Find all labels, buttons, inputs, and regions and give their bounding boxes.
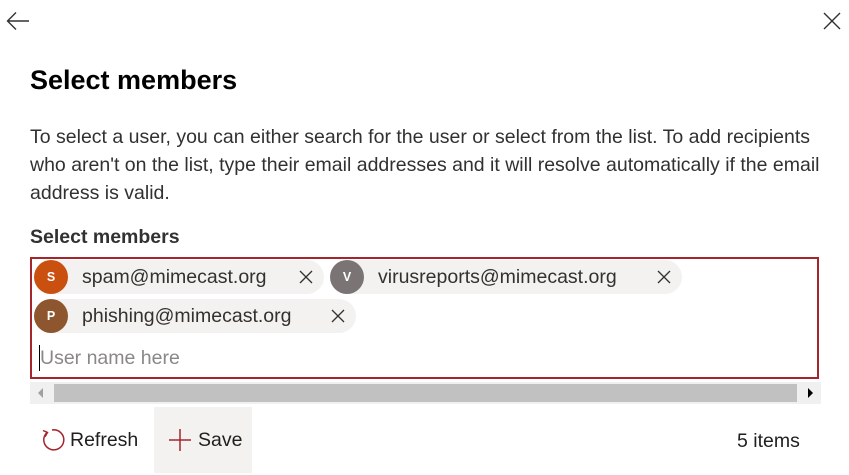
select-members-panel: Select members To select a user, you can… (0, 0, 849, 475)
member-email: phishing@mimecast.org (82, 304, 292, 327)
save-label: Save (198, 428, 243, 451)
remove-member-button[interactable] (654, 267, 674, 287)
refresh-label: Refresh (70, 428, 139, 451)
save-button[interactable]: Save (154, 407, 252, 473)
scroll-right-button[interactable] (799, 382, 821, 404)
user-name-input[interactable] (40, 343, 800, 373)
avatar: V (330, 260, 364, 294)
remove-member-button[interactable] (328, 306, 348, 326)
item-count: 5 items (737, 430, 800, 452)
avatar: S (34, 260, 68, 294)
remove-member-button[interactable] (296, 267, 316, 287)
back-button[interactable] (4, 7, 32, 35)
close-button[interactable] (818, 7, 846, 35)
members-picker[interactable]: S spam@mimecast.org V virusreports@mimec… (30, 257, 819, 379)
instructions-text: To select a user, you can either search … (30, 126, 820, 204)
arrow-left-icon (6, 12, 29, 30)
scroll-left-button[interactable] (30, 382, 52, 404)
close-icon (657, 270, 671, 284)
plus-icon (166, 426, 194, 454)
member-chip-spam[interactable]: S spam@mimecast.org (34, 260, 324, 294)
member-email: spam@mimecast.org (82, 265, 267, 288)
page-title: Select members (30, 65, 238, 95)
refresh-button[interactable]: Refresh (30, 407, 150, 473)
close-icon (823, 12, 841, 30)
refresh-icon (38, 426, 66, 454)
caret-right-icon (808, 388, 813, 398)
member-chip-phishing[interactable]: P phishing@mimecast.org (34, 299, 356, 333)
avatar: P (34, 299, 68, 333)
caret-left-icon (38, 388, 43, 398)
member-chip-virusreports[interactable]: V virusreports@mimecast.org (330, 260, 682, 294)
member-email: virusreports@mimecast.org (378, 265, 617, 288)
scrollbar-thumb[interactable] (54, 384, 797, 402)
select-members-label: Select members (30, 226, 180, 248)
close-icon (299, 270, 313, 284)
close-icon (331, 309, 345, 323)
horizontal-scrollbar[interactable] (30, 382, 821, 404)
